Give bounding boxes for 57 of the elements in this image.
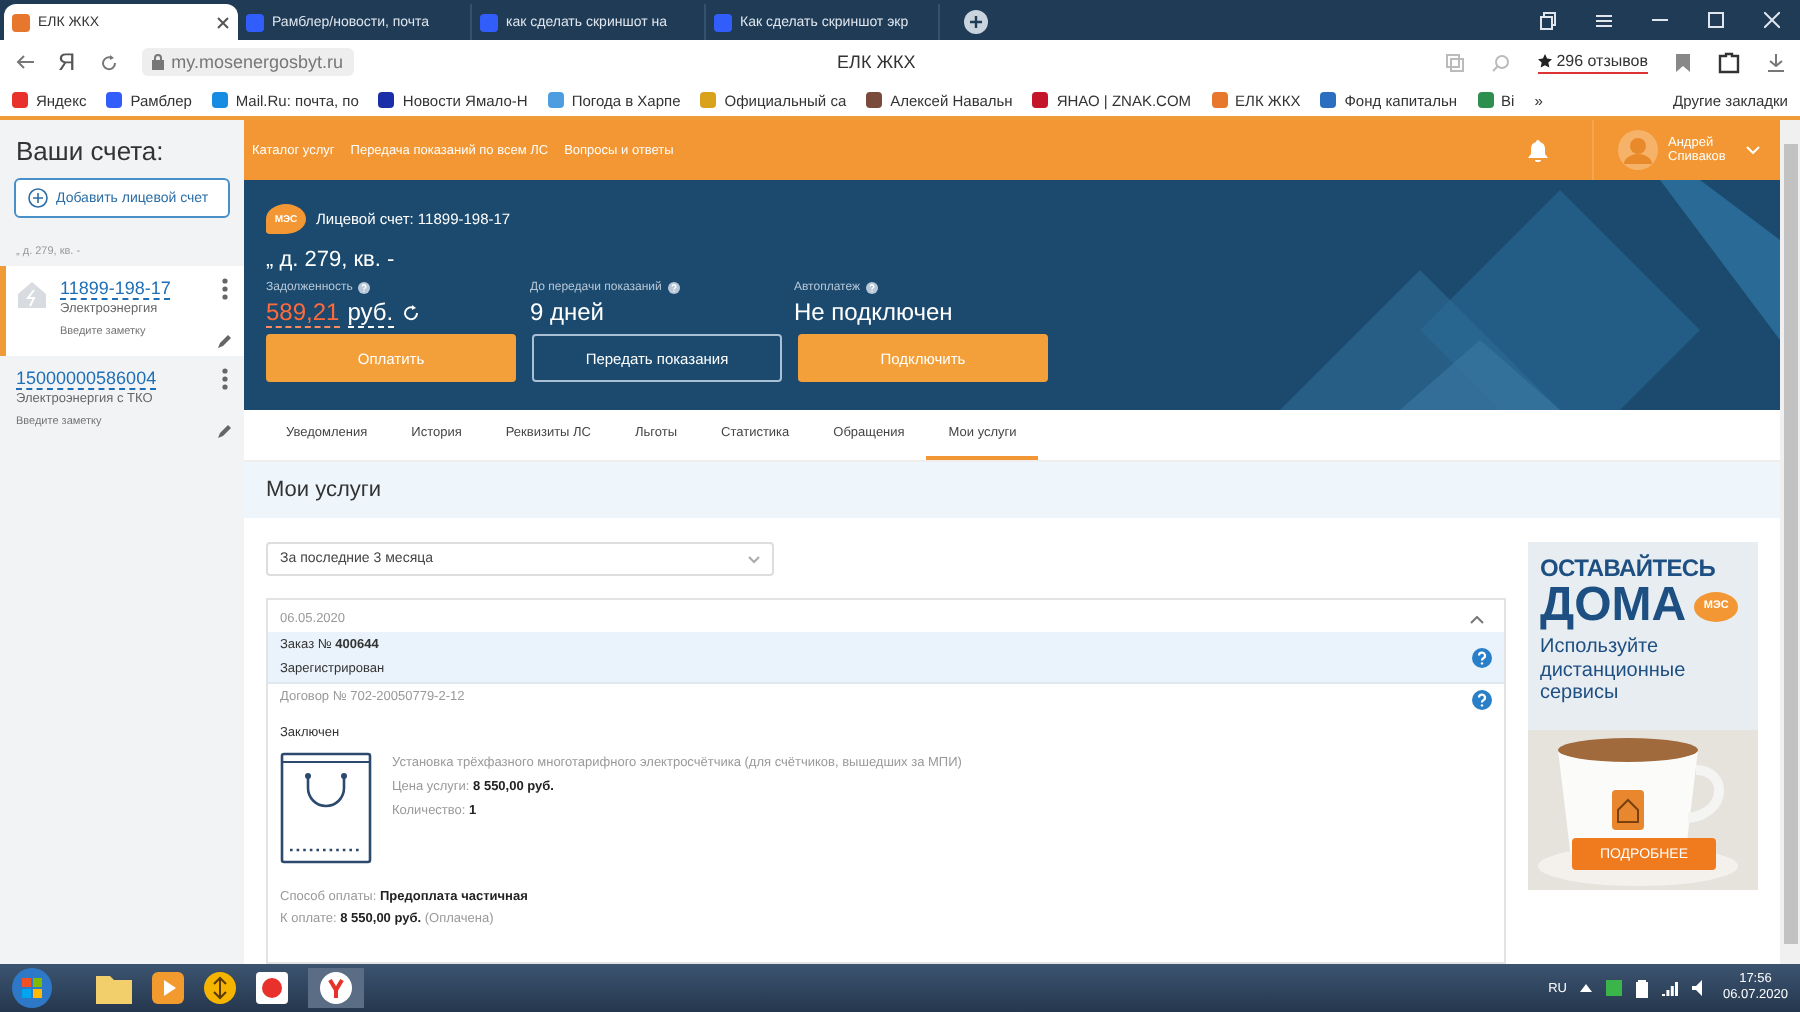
extension-icon[interactable] <box>1718 51 1740 73</box>
pencil-icon[interactable] <box>218 424 232 438</box>
banner-subtitle: Используйте дистанционные сервисы <box>1538 634 1688 705</box>
more-icon[interactable] <box>222 368 228 390</box>
media-player-icon[interactable] <box>152 972 184 1004</box>
battery-icon[interactable] <box>1636 979 1649 997</box>
address-field[interactable]: my.mosenergosbyt.ru <box>141 48 354 76</box>
banner-title: ДОМА <box>1540 582 1687 630</box>
site-icon <box>246 13 264 31</box>
app-icon[interactable] <box>204 972 236 1004</box>
download-icon[interactable] <box>1768 53 1784 71</box>
star-icon <box>1538 53 1553 67</box>
help-icon[interactable] <box>667 282 680 294</box>
banner-title: ОСТАВАЙТЕСЬ <box>1538 552 1716 582</box>
back-icon[interactable] <box>16 54 34 70</box>
debt-amount: 589,21 <box>266 298 340 328</box>
stat-value: 9 дней <box>530 298 607 326</box>
help-icon[interactable] <box>866 282 878 294</box>
chevron-up-icon[interactable] <box>1470 615 1484 623</box>
folder-icon[interactable] <box>96 972 132 1004</box>
chevron-down-icon <box>748 555 760 563</box>
house-icon <box>16 278 48 310</box>
lock-icon <box>151 54 164 70</box>
site-icon <box>714 13 732 31</box>
account-number[interactable]: 11899-198-17 <box>60 278 171 300</box>
reviews-link[interactable]: 296 отзывов <box>1538 51 1648 73</box>
tabs-icon[interactable] <box>1540 11 1556 29</box>
pencil-icon[interactable] <box>218 334 232 348</box>
account-number[interactable]: 15000000586004 <box>16 368 157 390</box>
refresh-icon[interactable] <box>401 304 420 322</box>
tray-arrow-icon[interactable] <box>1580 984 1593 992</box>
more-icon[interactable] <box>222 278 228 300</box>
account-address: „ д. 279, кв. - <box>266 248 397 272</box>
signal-icon[interactable] <box>1662 981 1679 995</box>
section-title: Мои услуги <box>266 478 382 502</box>
start-icon[interactable] <box>12 968 52 1008</box>
page-title: ЕЛК ЖКХ <box>837 52 916 72</box>
close-icon[interactable] <box>216 15 230 29</box>
menu-icon[interactable] <box>1596 13 1612 27</box>
scrollbar[interactable] <box>1780 120 1800 964</box>
help-icon[interactable] <box>1472 690 1492 710</box>
help-icon[interactable] <box>358 282 371 294</box>
bookmark-icon[interactable] <box>1676 53 1690 71</box>
maximize-icon[interactable] <box>1708 12 1724 28</box>
currency-unit: руб. <box>347 298 394 328</box>
reload-icon[interactable] <box>99 53 118 71</box>
stat-value: Не подключен <box>794 298 955 326</box>
site-icon <box>480 13 498 31</box>
site-icon <box>12 13 30 31</box>
shopping-bag-icon <box>280 752 372 864</box>
new-tab-icon[interactable] <box>964 10 988 34</box>
minimize-icon[interactable] <box>1652 18 1668 22</box>
home-button[interactable]: Я <box>58 48 76 76</box>
tray-app-icon[interactable] <box>1606 980 1623 996</box>
sidebar-title: Ваши счета: <box>14 134 166 170</box>
help-icon[interactable] <box>1472 647 1492 667</box>
plus-icon <box>28 188 48 208</box>
